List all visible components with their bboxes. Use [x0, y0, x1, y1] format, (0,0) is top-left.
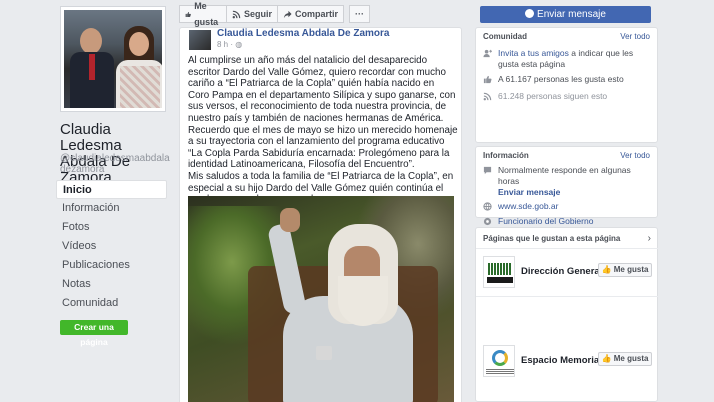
community-card: Comunidad Ver todo Invita a tus amigos a…	[475, 27, 658, 143]
globe-icon	[483, 202, 492, 211]
post-paragraph: Al cumplirse un año más del natalicio de…	[188, 55, 456, 124]
category-link[interactable]: Funcionario del Gobierno	[498, 216, 593, 227]
post-card: Claudia Ledesma Abdala De Zamora 8 h · ◍…	[179, 27, 462, 402]
nav-item-videos[interactable]: Vídeos	[56, 237, 167, 256]
page-logo[interactable]	[483, 345, 515, 377]
info-card: Información Ver todo Normalmente respond…	[475, 146, 658, 226]
send-message-button[interactable]: Enviar mensaje	[480, 6, 651, 23]
community-see-all-link[interactable]: Ver todo	[620, 32, 650, 44]
nav-item-informacion[interactable]: Información	[56, 199, 167, 218]
response-info: Normalmente responde en algunas horas Env…	[498, 165, 650, 198]
page-likes-count: A 61.167 personas les gusta esto	[498, 74, 624, 84]
messenger-icon	[525, 9, 535, 18]
community-title: Comunidad	[483, 32, 527, 41]
send-message-label: Enviar mensaje	[537, 9, 606, 20]
like-button[interactable]: Me gusta	[179, 1, 227, 27]
post-body: Al cumplirse un año más del natalicio de…	[188, 55, 458, 206]
thumbs-up-icon: 👍	[601, 354, 612, 363]
post-paragraph: Recuerdo que el mes de mayo se hizo un m…	[188, 124, 458, 171]
profile-photo	[64, 10, 162, 108]
followers-icon	[483, 92, 492, 101]
follow-label: Seguir	[244, 9, 273, 19]
nav-item-inicio[interactable]: Inicio	[56, 180, 167, 199]
like-page-label: Me gusta	[613, 354, 649, 363]
more-options-button[interactable]: ···	[349, 5, 371, 23]
page-handle[interactable]: @claudialedesmaabdaladezamora	[60, 153, 170, 175]
info-send-message-link[interactable]: Enviar mensaje	[498, 187, 560, 197]
create-page-button[interactable]: Crear una página	[60, 320, 128, 347]
info-title: Información	[483, 151, 529, 160]
page-nav: Inicio Información Fotos Vídeos Publicac…	[56, 180, 167, 313]
liked-page-item[interactable]: Dirección Genera… 👍 Me gusta	[483, 256, 653, 290]
liked-page-name[interactable]: Dirección Genera…	[521, 266, 601, 277]
info-see-all-link[interactable]: Ver todo	[620, 151, 650, 163]
divider	[476, 296, 659, 297]
share-arrow-icon	[283, 10, 292, 18]
invite-friends-icon	[483, 49, 492, 58]
thumbs-up-icon: 👍	[601, 265, 612, 274]
liked-pages-title: Páginas que le gustan a esta página	[483, 234, 621, 243]
nav-item-comunidad[interactable]: Comunidad	[56, 294, 167, 313]
like-page-button[interactable]: 👍 Me gusta	[598, 263, 652, 277]
thumbs-up-icon	[185, 11, 191, 17]
post-author-name[interactable]: Claudia Ledesma Abdala De Zamora	[217, 28, 389, 39]
like-page-label: Me gusta	[613, 265, 649, 274]
post-photo[interactable]	[188, 196, 454, 402]
like-label: Me gusta	[194, 1, 219, 27]
page-action-bar: Me gusta Seguir Compartir ···	[179, 1, 371, 27]
website-link[interactable]: www.sde.gob.ar	[498, 201, 558, 212]
response-time-text: Normalmente responde en algunas horas	[498, 165, 631, 186]
thumbs-up-icon	[483, 75, 492, 84]
page-followers-count: 61.248 personas siguen esto	[498, 91, 608, 101]
invite-text: Invita a tus amigos a indicar que les gu…	[498, 48, 650, 70]
globe-icon: ◍	[235, 40, 243, 49]
post-timestamp[interactable]: 8 h · ◍	[217, 40, 242, 49]
divider	[476, 248, 659, 249]
follow-button[interactable]: Seguir	[226, 5, 279, 23]
liked-page-name[interactable]: Espacio Memoria…	[521, 355, 601, 366]
share-button[interactable]: Compartir	[277, 5, 345, 23]
chevron-right-icon[interactable]: ›	[648, 233, 651, 244]
rss-follow-icon	[232, 10, 241, 18]
share-label: Compartir	[295, 9, 339, 19]
nav-item-publicaciones[interactable]: Publicaciones	[56, 256, 167, 275]
liked-pages-card: Páginas que le gustan a esta página › Di…	[475, 227, 659, 402]
category-tag-icon	[483, 217, 492, 226]
profile-picture[interactable]	[60, 6, 166, 112]
like-page-button[interactable]: 👍 Me gusta	[598, 352, 652, 366]
post-author-avatar[interactable]	[189, 30, 211, 50]
nav-item-notas[interactable]: Notas	[56, 275, 167, 294]
liked-page-item[interactable]: Espacio Memoria… 👍 Me gusta	[483, 345, 653, 379]
page-logo[interactable]	[483, 256, 515, 288]
invite-friends-link[interactable]: Invita a tus amigos	[498, 48, 569, 58]
post-time: 8 h ·	[217, 40, 236, 49]
message-bubble-icon	[483, 166, 492, 175]
nav-item-fotos[interactable]: Fotos	[56, 218, 167, 237]
